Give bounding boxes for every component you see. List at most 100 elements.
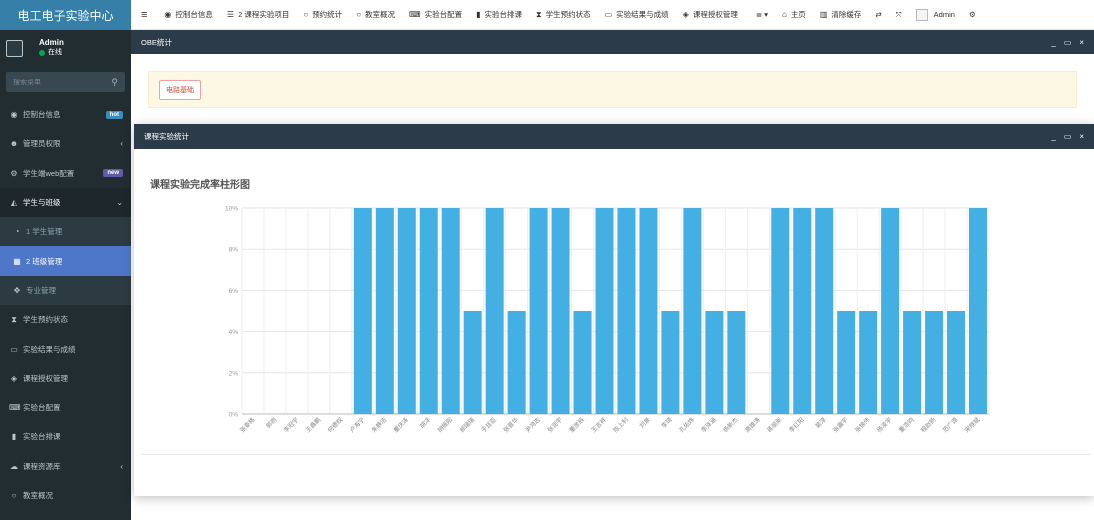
sidebar-item[interactable]: ⧗ 学生预约状态 xyxy=(0,305,131,334)
topnav-tab[interactable]: ☰ 2 课程实验项目 xyxy=(220,0,296,30)
grid-icon: ▦ xyxy=(13,256,21,266)
course-stats-titlebar[interactable]: 课程实验统计 _ ▭ × xyxy=(134,124,1094,149)
menu-toggle-icon[interactable]: ≡ xyxy=(131,0,157,30)
close-icon[interactable]: × xyxy=(1079,132,1084,141)
sidebar-item[interactable]: ◈ 课程授权管理 xyxy=(0,364,131,393)
clear-cache-button[interactable]: ▥ 清除缓存 xyxy=(813,0,869,30)
x-tick-label: 范广源 xyxy=(941,416,959,434)
x-tick-label: 陈上利 xyxy=(612,416,630,434)
bar[interactable] xyxy=(925,311,944,414)
bar[interactable] xyxy=(441,208,460,414)
y-tick-label: 6% xyxy=(229,288,239,295)
bar[interactable] xyxy=(639,208,658,414)
bar[interactable] xyxy=(859,311,878,414)
users-icon: ☻ xyxy=(9,139,19,149)
sidebar-item[interactable]: ⌨ 实验台配置 xyxy=(0,393,131,422)
sidebar-item[interactable]: ▮ 实验台排课 xyxy=(0,422,131,451)
sidebar-item[interactable]: ◭ 学生与班级 ⌄ xyxy=(0,187,131,218)
user-panel: Admin 在线 xyxy=(0,30,131,66)
minimize-icon[interactable]: _ xyxy=(1051,38,1055,47)
bar[interactable] xyxy=(529,208,548,414)
sidebar-menu: ◉ 控制台信息 hot ☻ 管理员权限 ‹ ⚙ 学生端web配置 new ◭ 学生与班级 ⌄ ◔ 1 学生… xyxy=(0,100,131,510)
topnav-tab[interactable]: ▭ 实验结果与成绩 xyxy=(598,0,676,30)
search-icon[interactable]: ⚲ xyxy=(111,77,118,88)
bar[interactable] xyxy=(617,208,636,414)
sidebar-item[interactable]: ☻ 管理员权限 ‹ xyxy=(0,129,131,158)
sidebar-item[interactable]: ○ 教室概况 xyxy=(0,481,131,510)
user-circle-icon: ◔ xyxy=(14,227,20,237)
topnav-tab[interactable]: ◉ 控制台信息 xyxy=(157,0,219,30)
tag-icon: ◈ xyxy=(682,10,689,19)
sidebar-item-label: 教室概况 xyxy=(23,491,53,500)
search-input[interactable] xyxy=(13,78,93,86)
topnav-tab[interactable]: ◈ 课程授权管理 xyxy=(676,0,745,30)
home-link[interactable]: ⌂ 主页 xyxy=(775,0,813,30)
more-menu-icon[interactable]: ≣ ▾ xyxy=(749,0,775,30)
x-tick-label: 杨新杰 xyxy=(721,416,739,434)
topnav-tab[interactable]: ○ 预约统计 xyxy=(296,0,349,30)
bar[interactable] xyxy=(947,311,966,414)
bar[interactable] xyxy=(573,311,592,414)
bar[interactable] xyxy=(397,208,416,414)
course-button[interactable]: 电路基础 xyxy=(159,79,201,100)
x-tick-label: 宋晓斌 xyxy=(963,416,981,434)
user-name: Admin xyxy=(39,38,64,47)
bar[interactable] xyxy=(485,208,504,414)
sidebar-item[interactable]: ◉ 控制台信息 hot xyxy=(0,100,131,129)
topnav-tab[interactable]: ○ 教室概况 xyxy=(349,0,402,30)
crosshair-icon: ✥ xyxy=(13,285,21,295)
maximize-icon[interactable]: ▭ xyxy=(1064,38,1072,47)
bar[interactable] xyxy=(969,208,988,414)
sidebar-item-label: 课程资源库 xyxy=(23,461,61,471)
bar[interactable] xyxy=(595,208,614,414)
bar[interactable] xyxy=(419,208,438,414)
sidebar-item[interactable]: ▦ 2 班级管理 xyxy=(0,246,131,276)
fullscreen-icon[interactable]: ⤧ xyxy=(889,0,909,30)
bar[interactable] xyxy=(793,208,812,414)
bar[interactable] xyxy=(881,208,900,414)
topnav-tab-label: 课程授权管理 xyxy=(692,10,738,19)
x-tick-label: 董浩钧 xyxy=(897,416,915,434)
user-menu[interactable]: Admin xyxy=(909,0,962,30)
bar[interactable] xyxy=(375,208,394,414)
bar[interactable] xyxy=(771,208,790,414)
bar[interactable] xyxy=(463,311,482,414)
sidebar-item[interactable]: ▭ 实验结果与成绩 xyxy=(0,334,131,363)
close-icon[interactable]: × xyxy=(1079,38,1084,47)
bar[interactable] xyxy=(661,311,680,414)
bar[interactable] xyxy=(727,311,746,414)
sidebar-item[interactable]: ✥ 专业管理 xyxy=(0,275,131,306)
minimize-icon[interactable]: _ xyxy=(1051,132,1055,141)
y-tick-label: 10% xyxy=(225,206,238,213)
x-tick-label: 尹鸿志 xyxy=(524,416,542,434)
bar[interactable] xyxy=(815,208,834,414)
completion-rate-bar-chart: 0% 2% 4% 6% 8% 10% 张泰格 郭雨 李冠宇 王鑫鹏 何德权 卢海宁 朱静洁 董庆泽 胡洋 胡振… xyxy=(225,206,990,434)
bar[interactable] xyxy=(507,311,526,414)
graduation-cap-icon: ◭ xyxy=(10,198,18,208)
bar[interactable] xyxy=(903,311,922,414)
obe-window-titlebar[interactable]: OBE统计 _ ▭ × xyxy=(131,30,1094,54)
app-title[interactable]: 电工电子实验中心 xyxy=(0,0,131,30)
home-icon: ⌂ xyxy=(781,10,787,19)
maximize-icon[interactable]: ▭ xyxy=(1064,132,1072,141)
language-icon[interactable]: ⇄ xyxy=(868,0,888,30)
bar[interactable] xyxy=(353,208,372,414)
sidebar-item-label: 1 学生管理 xyxy=(26,227,63,237)
sidebar-item[interactable]: ⚙ 学生端web配置 new xyxy=(0,159,131,188)
user-status-label: 在线 xyxy=(48,49,62,56)
sidebar-item[interactable]: ◔ 1 学生管理 xyxy=(0,217,131,247)
settings-gear-icon[interactable]: ⚙ xyxy=(962,0,983,30)
bar[interactable] xyxy=(837,311,856,414)
dashboard-icon: ◉ xyxy=(10,110,18,120)
bar[interactable] xyxy=(683,208,702,414)
topnav-tab[interactable]: ⧗ 学生预约状态 xyxy=(529,0,598,30)
sidebar-item-label: 实验台排课 xyxy=(23,432,61,442)
x-tick-label: 王吉祥 xyxy=(590,416,608,434)
topnav-tab[interactable]: ▮ 实验台排课 xyxy=(469,0,529,30)
bar[interactable] xyxy=(551,208,570,414)
tag-icon: ◈ xyxy=(10,373,18,383)
topnav-tab[interactable]: ⌨ 实验台配置 xyxy=(402,0,469,30)
sidebar-item[interactable]: ☁ 课程资源库 ‹ xyxy=(0,452,131,481)
bar[interactable] xyxy=(705,311,724,414)
clear-cache-label: 清除缓存 xyxy=(831,10,862,19)
